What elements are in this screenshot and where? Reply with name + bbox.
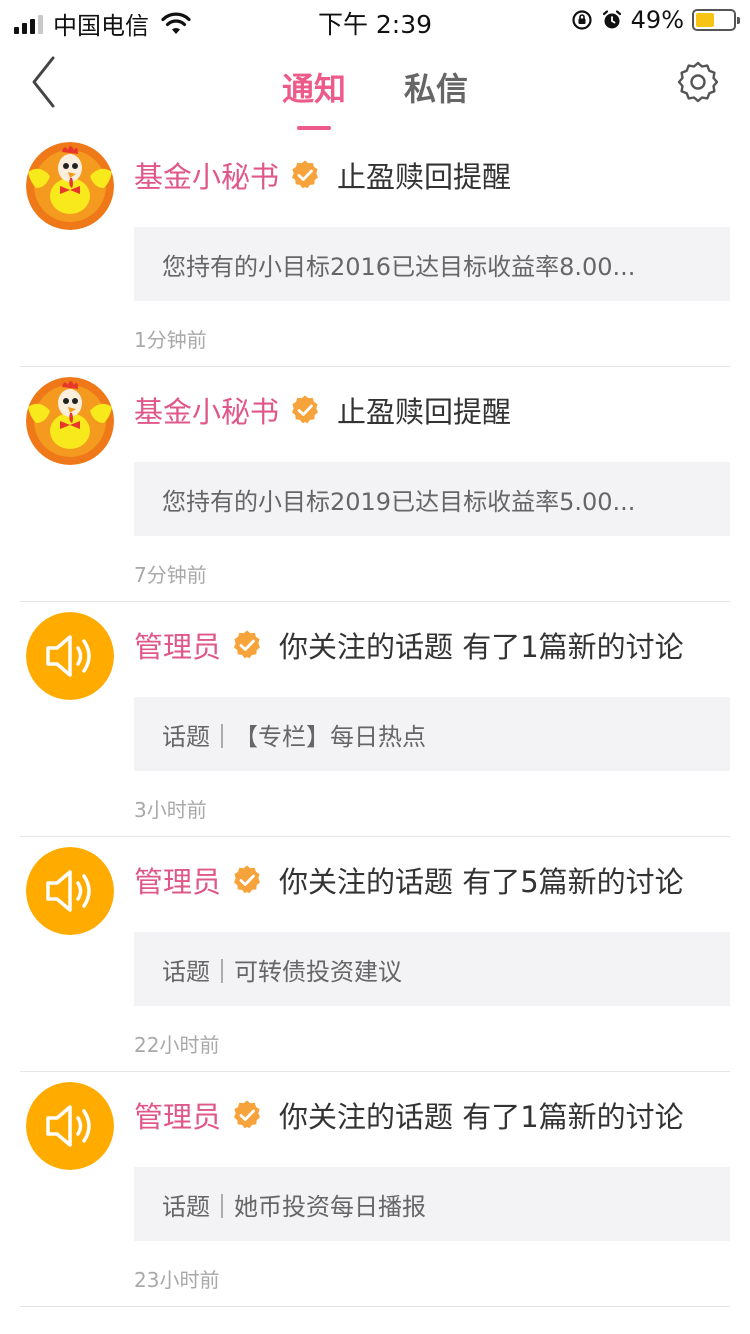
nav-bar: 通知 私信	[0, 40, 750, 132]
notification-preview[interactable]: 话题｜可转债投资建议	[134, 932, 730, 1006]
avatar	[26, 1082, 114, 1170]
notification-title: 你关注的话题 有了5篇新的讨论	[279, 865, 684, 899]
notification-preview[interactable]: 话题｜她币投资每日播报	[134, 1167, 730, 1241]
avatar	[26, 142, 114, 230]
speaker-icon	[26, 1082, 114, 1170]
rooster-mascot-icon	[26, 142, 114, 230]
speaker-icon	[26, 612, 114, 700]
sender-name: 管理员	[134, 1100, 222, 1134]
notification-title: 止盈赎回提醒	[337, 395, 512, 429]
status-bar: 中国电信 下午 2:39 49%	[0, 0, 750, 40]
notification-time: 22小时前	[134, 1033, 220, 1057]
notification-preview[interactable]: 话题｜【专栏】每日热点	[134, 697, 730, 771]
notification-item[interactable]: 基金小秘书 止盈赎回提醒 您持有的小目标2016已达目标收益率8.00... 1…	[20, 132, 730, 367]
verified-badge-icon	[292, 395, 319, 424]
orientation-lock-icon	[572, 10, 592, 30]
sender-name: 管理员	[134, 630, 222, 664]
notification-title: 止盈赎回提醒	[337, 160, 512, 194]
notification-preview[interactable]: 您持有的小目标2016已达目标收益率8.00...	[134, 227, 730, 301]
notification-item[interactable]: 基金小秘书 止盈赎回提醒 您持有的小目标2019已达目标收益率5.00... 7…	[20, 367, 730, 602]
sender-name: 管理员	[134, 865, 222, 899]
notification-list: 基金小秘书 止盈赎回提醒 您持有的小目标2016已达目标收益率8.00... 1…	[0, 132, 750, 1307]
notification-title: 你关注的话题 有了1篇新的讨论	[279, 1100, 684, 1134]
notification-item[interactable]: 管理员 你关注的话题 有了1篇新的讨论 话题｜【专栏】每日热点 3小时前	[20, 602, 730, 837]
tab-bar: 通知 私信	[0, 64, 750, 130]
notification-time: 1分钟前	[134, 328, 207, 352]
tab-messages[interactable]: 私信	[404, 64, 468, 130]
tab-notifications[interactable]: 通知	[282, 64, 346, 130]
sender-name: 基金小秘书	[134, 395, 280, 429]
avatar	[26, 612, 114, 700]
notification-time: 7分钟前	[134, 563, 207, 587]
rooster-mascot-icon	[26, 377, 114, 465]
notification-time: 23小时前	[134, 1268, 220, 1292]
gear-icon[interactable]	[676, 60, 720, 104]
notification-title: 你关注的话题 有了1篇新的讨论	[279, 630, 684, 664]
speaker-icon	[26, 847, 114, 935]
avatar	[26, 377, 114, 465]
verified-badge-icon	[292, 160, 319, 189]
alarm-icon	[602, 10, 621, 29]
sender-name: 基金小秘书	[134, 160, 280, 194]
notification-item[interactable]: 管理员 你关注的话题 有了1篇新的讨论 话题｜她币投资每日播报 23小时前	[20, 1072, 730, 1307]
battery-level	[696, 13, 714, 27]
battery-icon	[692, 9, 740, 31]
notification-time: 3小时前	[134, 798, 207, 822]
avatar	[26, 847, 114, 935]
battery-percent: 49%	[630, 6, 684, 34]
notification-preview[interactable]: 您持有的小目标2019已达目标收益率5.00...	[134, 462, 730, 536]
notification-item[interactable]: 管理员 你关注的话题 有了5篇新的讨论 话题｜可转债投资建议 22小时前	[20, 837, 730, 1072]
verified-badge-icon	[234, 630, 261, 659]
verified-badge-icon	[234, 865, 261, 894]
verified-badge-icon	[234, 1100, 261, 1129]
